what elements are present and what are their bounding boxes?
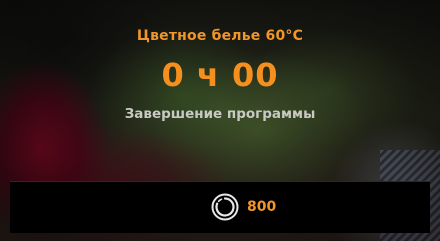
program-status: Завершение программы — [124, 106, 316, 122]
spin-speed-icon — [211, 193, 239, 221]
washing-machine-display: Цветное белье 60°C 0 ч 00 Завершение про… — [0, 0, 440, 241]
program-name: Цветное белье 60°C — [136, 28, 304, 44]
spin-speed-button[interactable]: 800 — [210, 192, 276, 222]
time-remaining: 0 ч 00 — [161, 56, 279, 94]
spin-speed-value: 800 — [247, 199, 277, 215]
bottom-bar: 800 — [10, 181, 430, 233]
